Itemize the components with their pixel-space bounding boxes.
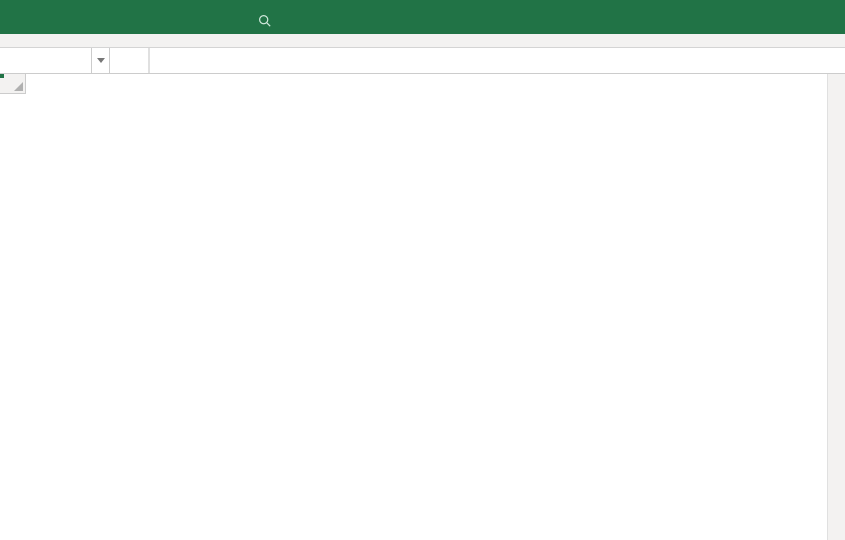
tab-review[interactable] bbox=[148, 15, 172, 25]
tab-page-layout[interactable] bbox=[76, 15, 100, 25]
tab-help[interactable] bbox=[220, 15, 244, 25]
tab-insert[interactable] bbox=[52, 15, 76, 25]
formula-bar-buttons bbox=[110, 48, 149, 73]
name-box[interactable] bbox=[0, 48, 92, 73]
ribbon-tabs bbox=[0, 6, 845, 34]
tell-me-search[interactable] bbox=[244, 14, 277, 27]
ribbon-area bbox=[0, 34, 845, 48]
vertical-scrollbar[interactable] bbox=[827, 74, 845, 540]
search-icon bbox=[258, 14, 271, 27]
tab-formulas[interactable] bbox=[100, 15, 124, 25]
tab-view[interactable] bbox=[172, 15, 196, 25]
tab-data[interactable] bbox=[124, 15, 148, 25]
formula-input[interactable] bbox=[149, 48, 845, 73]
name-box-dropdown[interactable] bbox=[92, 48, 110, 73]
tab-developer[interactable] bbox=[196, 15, 220, 25]
tab-home[interactable] bbox=[28, 15, 52, 25]
select-all-corner[interactable] bbox=[0, 74, 26, 94]
tab-file[interactable] bbox=[4, 15, 28, 25]
formula-bar bbox=[0, 48, 845, 74]
chevron-down-icon bbox=[97, 58, 105, 64]
